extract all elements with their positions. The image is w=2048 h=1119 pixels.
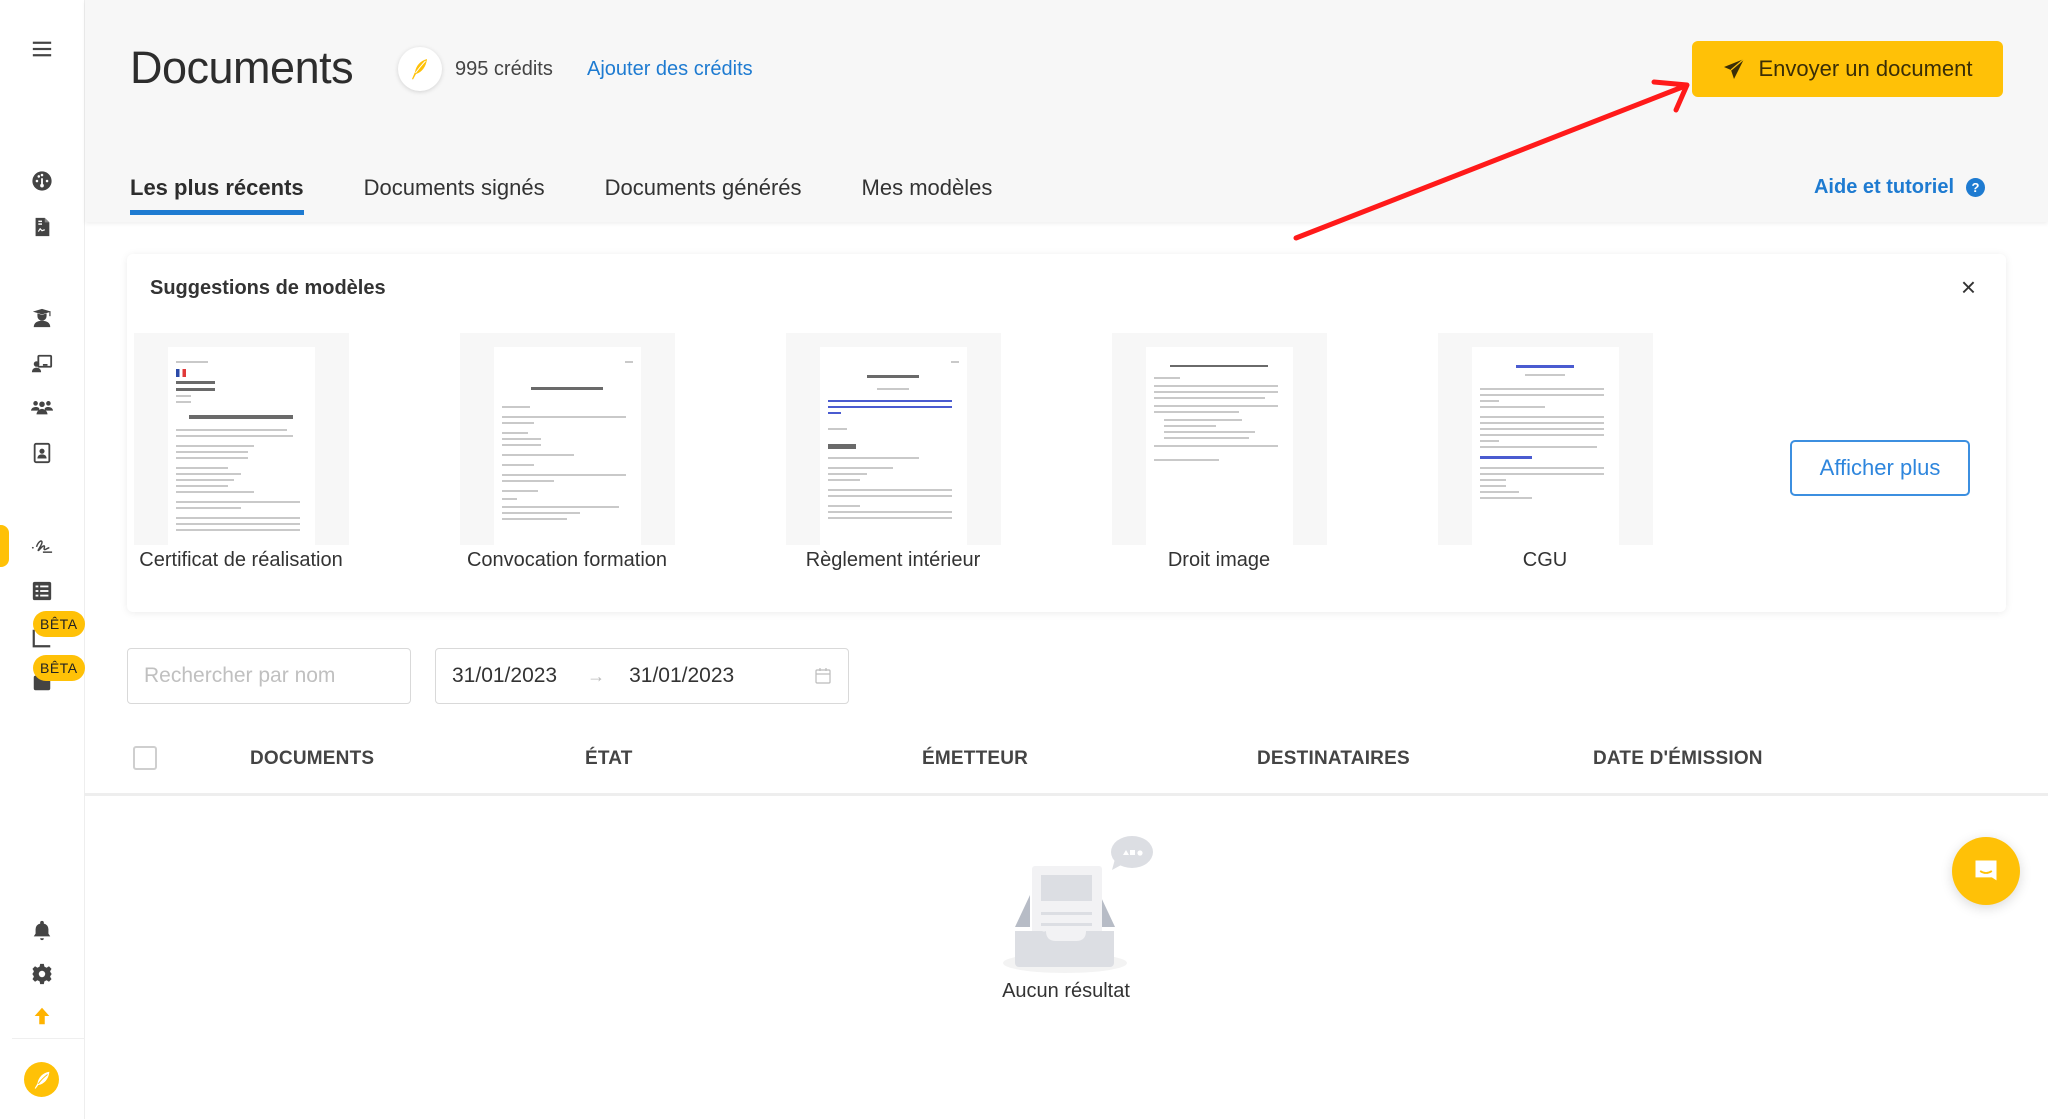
tab-my-templates[interactable]: Mes modèles: [862, 175, 993, 215]
date-range-picker[interactable]: 31/01/2023 → 31/01/2023: [435, 648, 849, 704]
template-suggestions-card: Suggestions de modèles × Certificat de r…: [127, 254, 2006, 612]
select-all-checkbox[interactable]: [133, 746, 157, 770]
sidebar-divider: [12, 1038, 85, 1039]
users-icon[interactable]: [28, 393, 56, 421]
credits-count: 995 crédits: [455, 58, 553, 80]
empty-state-text: Aucun résultat: [1002, 980, 1130, 1002]
template-label: Convocation formation: [466, 549, 668, 571]
date-from[interactable]: 31/01/2023: [452, 664, 557, 688]
template-label: Droit image: [1167, 549, 1271, 571]
chat-support-button[interactable]: [1952, 837, 2020, 905]
help-tutorial-link[interactable]: Aide et tutoriel ?: [1814, 176, 1985, 199]
empty-state: Aucun résultat: [960, 815, 1210, 1002]
template-thumbnail: [1437, 333, 1653, 545]
calendar-icon: [815, 668, 831, 684]
question-circle-icon: ?: [1966, 178, 1985, 197]
template-label: Certificat de réalisation: [139, 549, 343, 571]
feather-icon: [34, 1071, 49, 1089]
send-document-button[interactable]: Envoyer un document: [1692, 41, 2003, 97]
hamburger-menu-icon[interactable]: [28, 35, 56, 63]
date-separator-icon: →: [587, 665, 606, 686]
teacher-board-icon[interactable]: [28, 350, 56, 378]
list-check-icon[interactable]: [28, 577, 56, 605]
sidebar: BÊTA BÊTA: [0, 0, 85, 1119]
template-card-certificat[interactable]: Certificat de réalisation: [111, 333, 371, 572]
template-thumbnail: [459, 333, 675, 545]
active-indicator: [0, 525, 9, 567]
template-thumbnail: [1111, 333, 1327, 545]
signature-icon[interactable]: [28, 531, 56, 559]
add-credits-link[interactable]: Ajouter des crédits: [587, 58, 753, 81]
template-label: Règlement intérieur: [805, 549, 981, 571]
graduation-cap-icon[interactable]: [28, 304, 56, 332]
show-more-button[interactable]: Afficher plus: [1790, 440, 1970, 496]
beta-badge: BÊTA: [33, 655, 85, 681]
template-card-reglement[interactable]: Règlement intérieur: [763, 333, 1023, 572]
template-card-cgu[interactable]: CGU: [1415, 333, 1675, 572]
chat-smile-icon: [1975, 860, 1997, 881]
suggestions-title: Suggestions de modèles: [150, 277, 386, 299]
template-card-convocation[interactable]: Convocation formation: [437, 333, 697, 572]
empty-inbox-icon: [1003, 836, 1153, 973]
column-header-sender[interactable]: ÉMETTEUR: [922, 748, 1028, 770]
template-thumbnail: [133, 333, 349, 545]
paper-plane-icon: [1724, 58, 1745, 79]
help-tutorial-label: Aide et tutoriel: [1813, 176, 1954, 198]
column-header-documents[interactable]: DOCUMENTS: [250, 748, 374, 770]
feather-icon: [412, 59, 427, 80]
id-badge-icon[interactable]: [28, 439, 56, 467]
tab-signed-documents[interactable]: Documents signés: [364, 175, 545, 215]
tab-most-recent[interactable]: Les plus récents: [130, 175, 304, 215]
template-label: CGU: [1522, 549, 1568, 571]
close-icon[interactable]: ×: [1961, 274, 1976, 300]
page-title: Documents: [130, 42, 354, 93]
column-header-recipients[interactable]: DESTINATAIRES: [1257, 748, 1410, 770]
send-document-label: Envoyer un document: [1758, 56, 1973, 81]
beta-badge: BÊTA: [33, 611, 85, 637]
gauge-icon[interactable]: [28, 167, 56, 195]
file-signature-icon[interactable]: [28, 213, 56, 241]
gear-icon[interactable]: [28, 960, 56, 988]
table-header: DOCUMENTS ÉTAT ÉMETTEUR DESTINATAIRES DA…: [85, 722, 2048, 796]
account-avatar[interactable]: [24, 1062, 59, 1097]
template-thumbnail: [785, 333, 1001, 545]
arrow-up-icon[interactable]: [28, 1002, 56, 1030]
template-card-droit-image[interactable]: Droit image: [1089, 333, 1349, 572]
column-header-state[interactable]: ÉTAT: [585, 748, 633, 770]
page-header: Documents 995 crédits Ajouter des crédit…: [85, 0, 2048, 222]
bell-icon[interactable]: [28, 916, 56, 944]
date-to[interactable]: 31/01/2023: [629, 664, 734, 688]
credits-badge: [398, 47, 442, 91]
tab-bar: Les plus récents Documents signés Docume…: [130, 175, 1052, 215]
search-input[interactable]: [127, 648, 411, 704]
column-header-issue-date[interactable]: DATE D'ÉMISSION: [1593, 748, 1763, 770]
tab-generated-documents[interactable]: Documents générés: [605, 175, 802, 215]
